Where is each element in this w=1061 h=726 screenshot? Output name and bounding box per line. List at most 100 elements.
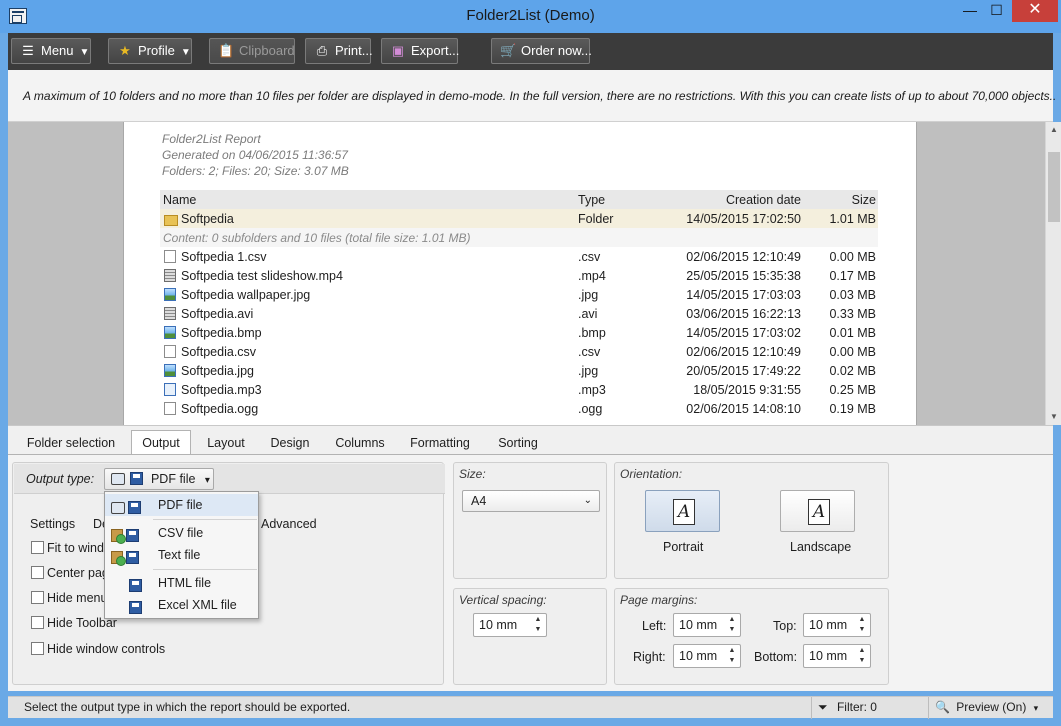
file-date: 14/05/2015 17:03:02 [686,326,801,340]
vertical-spacing-label: Vertical spacing: [459,593,547,607]
spinner-arrows-icon[interactable]: ▲ ▼ [857,646,867,666]
menu-item-pdf[interactable]: PDF file [105,494,258,516]
file-date: 03/06/2015 16:22:13 [686,307,801,321]
tab-design[interactable]: Design [263,432,317,456]
file-name: Softpedia.avi [181,307,254,321]
tab-columns[interactable]: Columns [327,432,393,456]
file-size: 0.33 MB [829,307,876,321]
menu-button[interactable]: ☰ Menu ▼ [11,38,91,64]
save-icon: ▣ [391,43,405,58]
tab-formatting[interactable]: Formatting [402,432,478,456]
output-type-dropdown[interactable]: PDF file ▾ [104,468,214,490]
menu-separator [153,519,257,520]
margin-bottom-value: 10 mm [809,649,848,663]
clipboard-button[interactable]: 📋 Clipboard [209,38,295,64]
advanced-subtab[interactable]: Advanced [261,517,317,531]
size-group: Size: A4 ⌄ [453,462,607,579]
document-icon [164,345,176,358]
folder-type: Folder [578,212,614,226]
printer-icon [111,502,125,514]
preview-scrollbar[interactable]: ▲ ▼ [1045,122,1061,425]
margin-left-label: Left: [642,619,667,633]
file-size: 0.17 MB [829,269,876,283]
paper-size-select[interactable]: A4 ⌄ [462,490,600,512]
orientation-label: Orientation: [620,467,683,481]
file-type: .mp4 [578,269,606,283]
print-button[interactable]: ⎙ Print... [305,38,373,64]
report-summary: Folders: 2; Files: 20; Size: 3.07 MB [162,164,349,178]
portrait-button[interactable]: A [645,490,720,532]
file-name: Softpedia test slideshow.mp4 [181,269,343,283]
menu-item-html[interactable]: HTML file [105,572,258,594]
output-type-menu: PDF file CSV file Text file HTML file Ex… [104,491,259,619]
image-file-icon [164,288,176,301]
folder-size: 1.01 MB [829,212,876,226]
profile-button[interactable]: ★ Profile ▼ [108,38,192,64]
size-label: Size: [459,467,486,481]
folder-date: 14/05/2015 17:02:50 [686,212,801,226]
file-size: 0.03 MB [829,288,876,302]
cart-icon: 🛒 [500,43,517,58]
file-date: 02/06/2015 12:10:49 [686,345,801,359]
margin-right-input[interactable]: 10 mm ▲ ▼ [673,644,741,668]
hide-menu-checkbox[interactable] [31,591,44,604]
folder-content-row: Content: 0 subfolders and 10 files (tota… [160,228,878,247]
folder-name: Softpedia [181,212,234,226]
export-button[interactable]: ▣ Export... [381,38,460,64]
spinner-arrows-icon[interactable]: ▲ ▼ [727,646,737,666]
file-name: Softpedia wallpaper.jpg [181,288,311,302]
portrait-label: Portrait [663,540,704,554]
tab-sorting[interactable]: Sorting [491,432,545,456]
tab-folder-selection[interactable]: Folder selection [16,432,126,456]
tab-output[interactable]: Output [131,430,191,457]
file-name: Softpedia.bmp [181,326,262,340]
spinner-arrows-icon[interactable]: ▲ ▼ [533,615,543,635]
vertical-spacing-input[interactable]: 10 mm ▲ ▼ [473,613,547,637]
close-button[interactable]: ✕ [1012,0,1058,22]
fit-to-window-label: Fit to wind [47,541,104,555]
menu-item-excel-xml[interactable]: Excel XML file [105,594,258,616]
report-title: Folder2List Report [162,132,261,146]
export-button-label: Export... [411,43,460,58]
toolbar: ☰ Menu ▼ ★ Profile ▼ 📋 Clipboard ⎙ Print... ▣ E… [8,33,1053,70]
file-type: .jpg [578,364,599,378]
document-icon [164,250,176,263]
margin-left-input[interactable]: 10 mm ▲ ▼ [673,613,741,637]
chevron-down-icon: ▾ [1033,703,1039,713]
file-size: 0.01 MB [829,326,876,340]
preview-toggle-button[interactable]: 🔍 Preview (On) ▾ [928,697,1053,719]
settings-subtab[interactable]: Settings [30,517,75,531]
spinner-arrows-icon[interactable]: ▲ ▼ [727,615,737,635]
fit-to-window-checkbox[interactable] [31,541,44,554]
file-name: Softpedia 1.csv [181,250,267,264]
hide-window-controls-checkbox[interactable] [31,642,44,655]
margin-left-value: 10 mm [679,618,718,632]
order-now-button[interactable]: 🛒 Order now... [491,38,592,64]
file-name: Softpedia.ogg [181,402,259,416]
menu-item-csv-label: CSV file [158,526,204,540]
center-page-checkbox[interactable] [31,566,44,579]
hide-window-controls-label: Hide window controls [47,642,166,656]
scroll-down-icon[interactable]: ▼ [1046,409,1061,425]
maximize-button[interactable]: ☐ [983,0,1010,22]
margin-bottom-input[interactable]: 10 mm ▲ ▼ [803,644,871,668]
menu-item-csv[interactable]: CSV file [105,522,258,544]
minimize-button[interactable]: — [957,0,983,22]
report-preview[interactable]: Folder2List Report Generated on 04/06/20… [8,122,1061,425]
menu-item-text[interactable]: Text file [105,544,258,566]
spinner-arrows-icon[interactable]: ▲ ▼ [857,615,867,635]
hide-toolbar-checkbox[interactable] [31,616,44,629]
window-title: Folder2List (Demo) [466,7,595,24]
filter-icon: ⏷ [818,700,828,714]
scroll-up-icon[interactable]: ▲ [1046,122,1061,138]
filter-button[interactable]: ⏷ Filter: 0 [811,697,928,719]
margin-right-label: Right: [633,650,666,664]
menu-item-excel-xml-label: Excel XML file [158,598,237,612]
tab-layout[interactable]: Layout [198,432,254,456]
landscape-button[interactable]: A [780,490,855,532]
file-size: 0.25 MB [829,383,876,397]
margin-top-input[interactable]: 10 mm ▲ ▼ [803,613,871,637]
chevron-down-icon: ▼ [79,47,90,58]
file-row: Softpedia.mp3 .mp3 18/05/2015 9:31:55 0.25 … [160,380,878,399]
scroll-thumb[interactable] [1048,152,1060,222]
